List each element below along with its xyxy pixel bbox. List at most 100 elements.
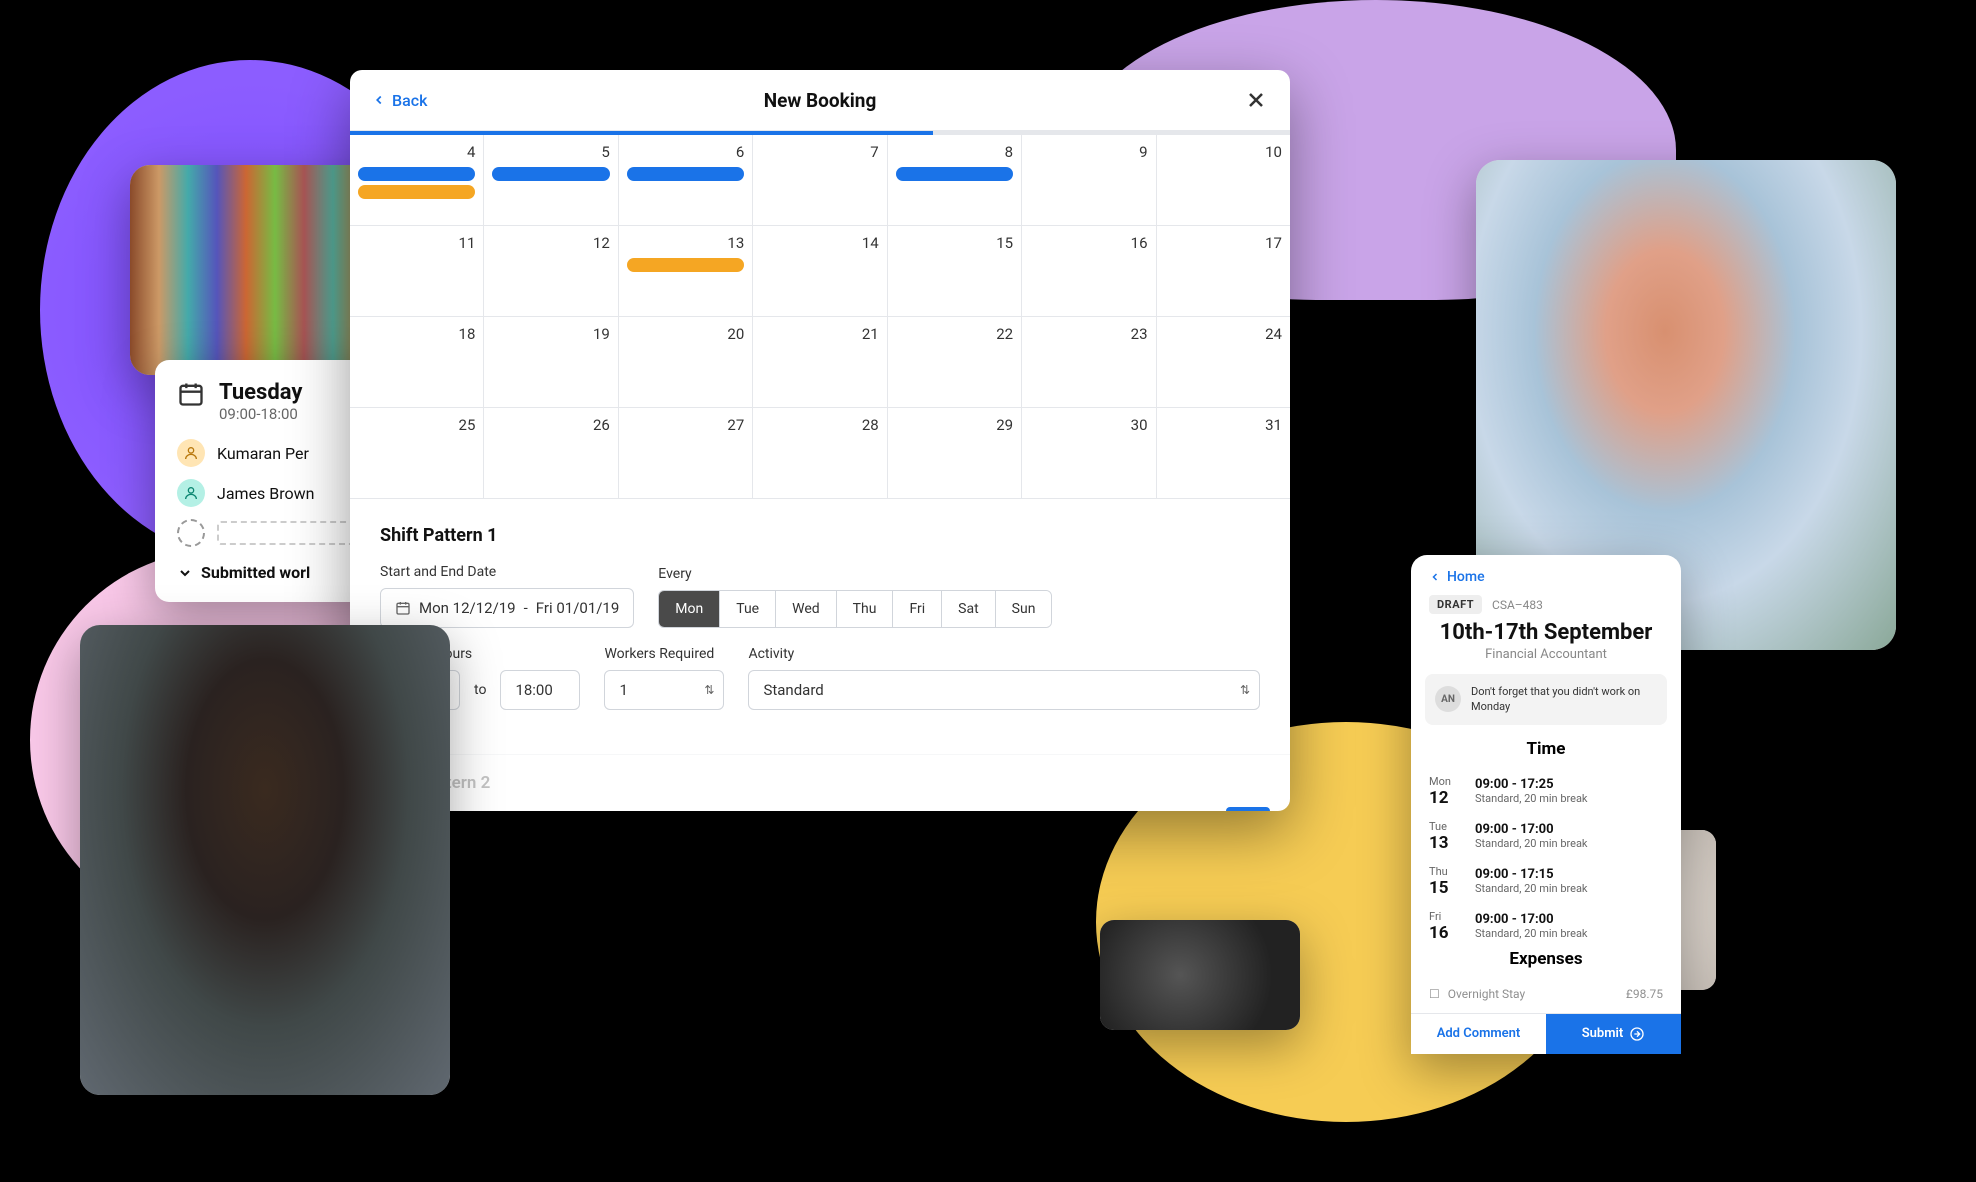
- day-number: 10: [1165, 143, 1282, 161]
- day-pill-thu[interactable]: Thu: [837, 591, 894, 627]
- draft-badge: DRAFT: [1429, 595, 1482, 614]
- primary-action-button[interactable]: [1226, 807, 1270, 811]
- calendar-day[interactable]: 31: [1157, 408, 1290, 498]
- day-pill-mon[interactable]: Mon: [659, 591, 720, 627]
- time-day: 12: [1429, 788, 1463, 808]
- time-day-col: Tue 13: [1429, 820, 1463, 853]
- date-range-label: Start and End Date: [380, 564, 634, 580]
- person-icon: [177, 439, 205, 467]
- time-detail: Standard, 20 min break: [1475, 882, 1588, 895]
- booking-bar[interactable]: [358, 167, 475, 181]
- day-number: 24: [1165, 325, 1282, 343]
- time-hours: 09:00 - 17:00: [1475, 822, 1588, 837]
- time-day-col: Mon 12: [1429, 775, 1463, 808]
- calendar-day[interactable]: 12: [484, 226, 618, 316]
- calendar-day[interactable]: 18: [350, 317, 484, 407]
- calendar-day[interactable]: 7: [753, 135, 887, 225]
- day-pill-sun[interactable]: Sun: [996, 591, 1052, 627]
- booking-bar[interactable]: [896, 167, 1013, 181]
- calendar-day[interactable]: 5: [484, 135, 618, 225]
- time-day-col: Fri 16: [1429, 910, 1463, 943]
- calendar-icon: [395, 600, 411, 616]
- booking-bar[interactable]: [627, 258, 744, 272]
- time-section-title: Time: [1411, 739, 1681, 759]
- day-number: 5: [492, 143, 609, 161]
- calendar-day[interactable]: 15: [888, 226, 1022, 316]
- reference-id: CSA–483: [1492, 598, 1543, 612]
- day-number: 29: [896, 416, 1013, 434]
- calendar-day[interactable]: 6: [619, 135, 753, 225]
- calendar-day[interactable]: 4: [350, 135, 484, 225]
- booking-bar[interactable]: [627, 167, 744, 181]
- expense-value: £98.75: [1626, 987, 1663, 1001]
- time-entry[interactable]: Mon 12 09:00 - 17:25 Standard, 20 min br…: [1411, 769, 1681, 814]
- submit-button[interactable]: Submit: [1546, 1014, 1681, 1054]
- time-entry[interactable]: Fri 16 09:00 - 17:00 Standard, 20 min br…: [1411, 904, 1681, 949]
- time-info: 09:00 - 17:25 Standard, 20 min break: [1475, 777, 1588, 805]
- time-day: 13: [1429, 833, 1463, 853]
- time-detail: Standard, 20 min break: [1475, 927, 1588, 940]
- shift-pattern-2-collapsed[interactable]: Shift Pattern 2: [350, 754, 1290, 811]
- comment-text: Don't forget that you didn't work on Mon…: [1471, 684, 1657, 715]
- calendar-day[interactable]: 25: [350, 408, 484, 498]
- booking-bar[interactable]: [492, 167, 609, 181]
- day-pill-sat[interactable]: Sat: [942, 591, 996, 627]
- to-label: to: [470, 682, 490, 698]
- close-icon[interactable]: [1244, 88, 1268, 112]
- modal-header: Back New Booking: [350, 70, 1290, 131]
- hours-end-input[interactable]: [500, 670, 580, 710]
- day-selector: MonTueWedThuFriSatSun: [658, 590, 1052, 628]
- calendar-day[interactable]: 21: [753, 317, 887, 407]
- calendar-day[interactable]: 11: [350, 226, 484, 316]
- timesheet-mobile-card: Home DRAFT CSA–483 10th-17th September F…: [1411, 555, 1681, 1054]
- day-number: 16: [1030, 234, 1147, 252]
- booking-bar[interactable]: [358, 185, 475, 199]
- calendar-day[interactable]: 30: [1022, 408, 1156, 498]
- workers-label: Workers Required: [604, 646, 724, 662]
- time-hours: 09:00 - 17:15: [1475, 867, 1588, 882]
- time-entry[interactable]: Tue 13 09:00 - 17:00 Standard, 20 min br…: [1411, 814, 1681, 859]
- calendar-day[interactable]: 17: [1157, 226, 1290, 316]
- person-icon: [177, 479, 205, 507]
- calendar-day[interactable]: 23: [1022, 317, 1156, 407]
- home-nav[interactable]: Home: [1411, 555, 1681, 595]
- calendar-day[interactable]: 10: [1157, 135, 1290, 225]
- day-number: 12: [492, 234, 609, 252]
- day-number: 17: [1165, 234, 1282, 252]
- calendar-day[interactable]: 8: [888, 135, 1022, 225]
- day-number: 13: [627, 234, 744, 252]
- calendar-day[interactable]: 26: [484, 408, 618, 498]
- activity-select[interactable]: [748, 670, 1260, 710]
- add-comment-button[interactable]: Add Comment: [1411, 1014, 1546, 1054]
- day-number: 30: [1030, 416, 1147, 434]
- time-info: 09:00 - 17:00 Standard, 20 min break: [1475, 912, 1588, 940]
- day-pill-fri[interactable]: Fri: [893, 591, 942, 627]
- modal-title: New Booking: [764, 89, 877, 112]
- calendar-day[interactable]: 16: [1022, 226, 1156, 316]
- every-label: Every: [658, 566, 1052, 582]
- back-button[interactable]: Back: [372, 91, 427, 110]
- calendar-day[interactable]: 27: [619, 408, 753, 498]
- workers-required-select[interactable]: [604, 670, 724, 710]
- calendar-day[interactable]: 13: [619, 226, 753, 316]
- calendar-day[interactable]: 19: [484, 317, 618, 407]
- calendar-day[interactable]: 28: [753, 408, 887, 498]
- time-entry[interactable]: Thu 15 09:00 - 17:15 Standard, 20 min br…: [1411, 859, 1681, 904]
- day-number: 18: [358, 325, 475, 343]
- expense-row[interactable]: ☐ Overnight Stay £98.75: [1411, 979, 1681, 1001]
- calendar-day[interactable]: 29: [888, 408, 1022, 498]
- date-range-input[interactable]: Mon 12/12/19 - Fri 01/01/19: [380, 588, 634, 628]
- calendar-day[interactable]: 20: [619, 317, 753, 407]
- day-pill-tue[interactable]: Tue: [720, 591, 776, 627]
- calendar-day[interactable]: 14: [753, 226, 887, 316]
- day-number: 20: [627, 325, 744, 343]
- chevron-left-icon: [1429, 571, 1441, 583]
- shift-pattern-section: Shift Pattern 1 Start and End Date Mon 1…: [350, 499, 1290, 754]
- day-number: 7: [761, 143, 878, 161]
- day-number: 22: [896, 325, 1013, 343]
- day-pill-wed[interactable]: Wed: [776, 591, 837, 627]
- calendar-day[interactable]: 22: [888, 317, 1022, 407]
- calendar-day[interactable]: 9: [1022, 135, 1156, 225]
- time-hours: 09:00 - 17:00: [1475, 912, 1588, 927]
- calendar-day[interactable]: 24: [1157, 317, 1290, 407]
